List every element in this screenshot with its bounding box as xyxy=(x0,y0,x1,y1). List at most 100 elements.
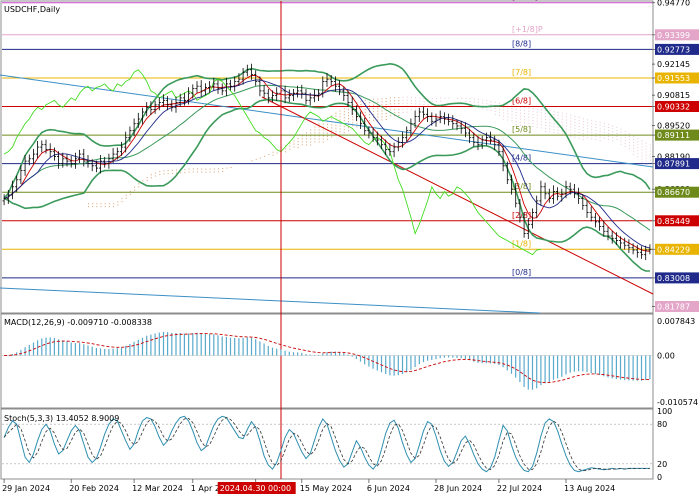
cloud-dot xyxy=(628,133,630,135)
cloud-dot xyxy=(528,110,530,112)
cloud-dot xyxy=(171,169,173,171)
cloud-dot xyxy=(377,107,379,109)
cloud-dot xyxy=(507,119,509,121)
cloud-dot xyxy=(406,108,408,110)
cloud-dot xyxy=(637,144,639,146)
cloud-dot xyxy=(561,112,563,114)
cloud-dot xyxy=(641,143,643,145)
cloud-dot xyxy=(343,132,345,134)
stoch-axis-label: 0 xyxy=(657,473,662,482)
cloud-dot xyxy=(540,124,542,126)
cloud-dot xyxy=(348,127,349,129)
date-axis-label: 28 Jun 2024 xyxy=(434,484,482,493)
cloud-dot xyxy=(482,102,484,104)
cloud-dot xyxy=(348,109,349,111)
cloud-dot xyxy=(620,140,622,142)
cloud-dot xyxy=(498,102,500,104)
cloud-dot xyxy=(574,118,576,120)
cloud-dot xyxy=(507,107,509,109)
cloud-dot xyxy=(423,101,425,102)
cloud-dot xyxy=(410,96,412,98)
cloud-dot xyxy=(536,114,538,116)
cloud-dot xyxy=(595,123,597,125)
cloud-dot xyxy=(285,151,287,153)
price-level-tag-label: 0.92773 xyxy=(657,45,690,54)
cloud-dot xyxy=(536,126,538,128)
cloud-dot xyxy=(385,98,387,99)
cloud-dot xyxy=(373,119,375,121)
cloud-dot xyxy=(536,108,538,110)
cloud-dot xyxy=(146,180,148,182)
cloud-dot xyxy=(117,204,119,206)
cloud-dot xyxy=(490,110,492,112)
cloud-dot xyxy=(222,168,224,169)
cloud-dot xyxy=(503,118,505,120)
cloud-dot xyxy=(616,135,618,137)
cloud-dot xyxy=(641,149,643,151)
cloud-dot xyxy=(574,115,576,117)
cloud-dot xyxy=(335,130,337,132)
cloud-dot xyxy=(616,129,618,131)
cloud-dot xyxy=(536,117,538,119)
cloud-dot xyxy=(524,122,526,124)
cloud-dot xyxy=(314,138,316,140)
cloud-dot xyxy=(150,177,152,179)
cloud-dot xyxy=(494,101,496,103)
cloud-dot xyxy=(322,141,324,143)
cloud-dot xyxy=(360,103,362,105)
cloud-dot xyxy=(306,132,307,134)
date-axis-label: 13 Aug 2024 xyxy=(564,484,615,493)
cloud-dot xyxy=(402,99,404,101)
cloud-dot xyxy=(620,128,622,130)
cloud-dot xyxy=(381,113,383,115)
cloud-dot xyxy=(553,123,555,125)
cloud-dot xyxy=(318,129,320,131)
cloud-dot xyxy=(574,130,576,132)
cloud-dot xyxy=(440,100,442,102)
cloud-dot xyxy=(608,129,609,131)
cloud-dot xyxy=(515,120,517,122)
cloud-dot xyxy=(415,100,417,102)
cloud-dot xyxy=(293,140,295,142)
cloud-dot xyxy=(570,132,572,134)
cloud-dot xyxy=(570,114,572,116)
cloud-dot xyxy=(578,123,580,124)
cloud-dot xyxy=(511,108,513,110)
cloud-dot xyxy=(331,118,333,120)
cloud-dot xyxy=(327,126,328,128)
cloud-dot xyxy=(318,132,320,134)
cloud-dot xyxy=(624,136,626,138)
macd-panel xyxy=(0,313,654,409)
cloud-dot xyxy=(381,101,383,103)
cloud-dot xyxy=(314,126,316,128)
cloud-dot xyxy=(465,100,467,102)
cloud-dot xyxy=(318,135,320,137)
cloud-dot xyxy=(603,128,605,130)
cloud-dot xyxy=(637,138,639,140)
cloud-dot xyxy=(167,170,169,172)
cloud-dot xyxy=(255,158,257,160)
cloud-dot xyxy=(310,135,312,137)
cloud-dot xyxy=(608,126,609,128)
cloud-dot xyxy=(293,146,295,148)
cloud-dot xyxy=(335,112,337,114)
cloud-dot xyxy=(289,148,291,150)
cloud-dot xyxy=(327,123,328,125)
cloud-dot xyxy=(620,131,622,133)
cloud-dot xyxy=(549,116,551,118)
cloud-dot xyxy=(616,132,618,134)
cloud-dot xyxy=(545,131,547,132)
cloud-dot xyxy=(637,153,639,155)
cloud-dot xyxy=(389,100,391,102)
cloud-dot xyxy=(591,129,593,131)
cloud-dot xyxy=(159,171,161,173)
cloud-dot xyxy=(381,119,383,121)
cloud-dot xyxy=(155,172,157,174)
price-level-tag-label: 0.87891 xyxy=(657,160,690,169)
cloud-dot xyxy=(570,123,572,125)
cloud-dot xyxy=(486,100,488,102)
cloud-dot xyxy=(427,104,429,106)
cloud-dot xyxy=(595,126,597,128)
cloud-dot xyxy=(364,108,366,110)
stoch-axis-label: 80 xyxy=(657,420,667,429)
